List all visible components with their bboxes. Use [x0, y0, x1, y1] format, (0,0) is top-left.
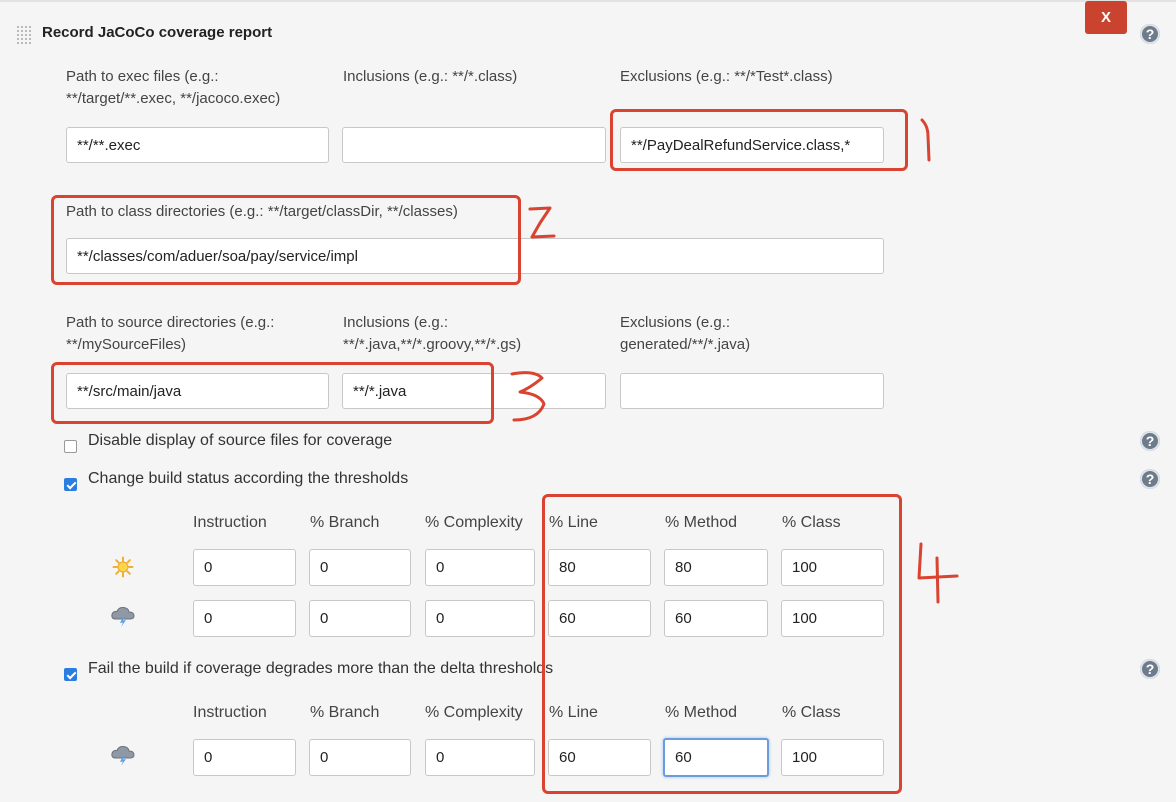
header-complexity: % Complexity — [425, 514, 523, 531]
source-inclusions-label: Inclusions (e.g.: **/*.java,**/*.groovy,… — [343, 314, 522, 353]
change-build-status-label: Change build status according the thresh… — [88, 470, 409, 487]
delta-header-branch: % Branch — [310, 704, 380, 721]
sun-icon — [112, 556, 134, 578]
exec-path-input[interactable]: **/**.exec — [66, 127, 329, 163]
source-exclusions-input[interactable] — [620, 373, 884, 409]
exec-inclusions-input[interactable] — [342, 127, 606, 163]
source-path-label: Path to source directories (e.g.: **/myS… — [66, 314, 275, 353]
help-icon[interactable]: ? — [1140, 24, 1160, 44]
drag-handle[interactable] — [16, 25, 32, 45]
delete-section-button[interactable]: X — [1085, 1, 1127, 34]
section-title: Record JaCoCo coverage report — [42, 24, 273, 41]
stormy-instruction-input[interactable]: 0 — [193, 600, 296, 637]
help-icon[interactable]: ? — [1140, 469, 1160, 489]
help-icon[interactable]: ? — [1140, 659, 1160, 679]
annotation-number-3 — [510, 371, 546, 422]
annotation-box-1 — [610, 109, 908, 171]
change-build-status-checkbox[interactable] — [64, 478, 77, 491]
storm-cloud-icon — [111, 606, 135, 627]
annotation-number-2 — [528, 206, 556, 239]
annotation-box-3 — [51, 362, 494, 424]
close-label: X — [1100, 9, 1111, 26]
sunny-complexity-input[interactable]: 0 — [425, 549, 535, 586]
header-instruction: Instruction — [193, 514, 267, 531]
delta-branch-input[interactable]: 0 — [309, 739, 411, 776]
fail-on-delta-checkbox[interactable] — [64, 668, 77, 681]
header-branch: % Branch — [310, 514, 380, 531]
delta-header-instruction: Instruction — [193, 704, 267, 721]
stormy-complexity-input[interactable]: 0 — [425, 600, 535, 637]
sunny-instruction-input[interactable]: 0 — [193, 549, 296, 586]
annotation-number-1 — [920, 118, 931, 162]
annotation-number-4 — [917, 542, 959, 604]
delta-instruction-input[interactable]: 0 — [193, 739, 296, 776]
stormy-branch-input[interactable]: 0 — [309, 600, 411, 637]
sunny-branch-input[interactable]: 0 — [309, 549, 411, 586]
fail-on-delta-label: Fail the build if coverage degrades more… — [88, 660, 554, 677]
delta-header-complexity: % Complexity — [425, 704, 523, 721]
disable-source-display-label: Disable display of source files for cove… — [88, 432, 393, 449]
annotation-box-4 — [542, 494, 902, 794]
exec-inclusions-label: Inclusions (e.g.: **/*.class) — [343, 68, 518, 85]
exec-exclusions-label: Exclusions (e.g.: **/*Test*.class) — [620, 68, 833, 85]
annotation-box-2 — [51, 195, 521, 285]
disable-source-display-checkbox[interactable] — [64, 440, 77, 453]
delta-complexity-input[interactable]: 0 — [425, 739, 535, 776]
source-exclusions-label: Exclusions (e.g.: generated/**/*.java) — [620, 314, 751, 353]
exec-path-label: Path to exec files (e.g.: **/target/**.e… — [66, 68, 281, 107]
help-icon[interactable]: ? — [1140, 431, 1160, 451]
storm-cloud-icon — [111, 745, 135, 766]
